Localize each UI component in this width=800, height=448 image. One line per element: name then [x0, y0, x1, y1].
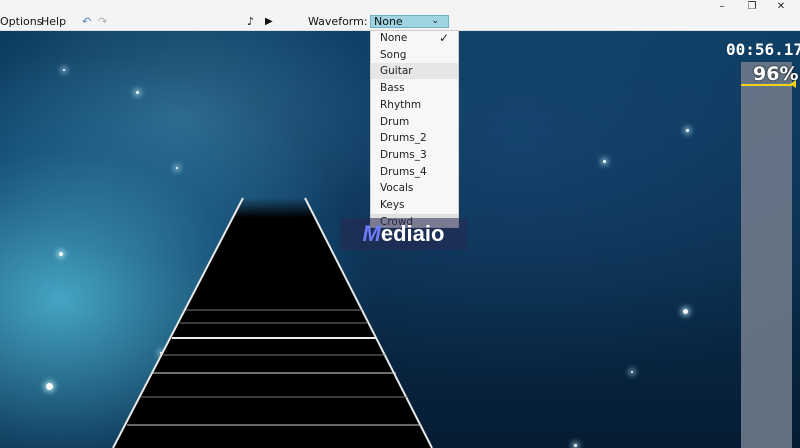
- menu-options[interactable]: Options: [0, 15, 42, 29]
- waveform-option-bass[interactable]: Bass: [371, 80, 458, 96]
- waveform-option-drums_2[interactable]: Drums_2: [371, 130, 458, 146]
- progress-marker: [741, 84, 792, 86]
- waveform-option-label: Drums_2: [380, 132, 427, 145]
- close-icon[interactable]: ✕: [767, 0, 795, 14]
- waveform-label: Waveform:: [308, 15, 368, 28]
- waveform-option-keys[interactable]: Keys: [371, 197, 458, 213]
- waveform-option-rhythm[interactable]: Rhythm: [371, 97, 458, 113]
- watermark-rest: ediaio: [380, 221, 445, 246]
- checkmark-icon: ✓: [438, 31, 449, 45]
- waveform-option-label: Vocals: [380, 182, 414, 195]
- waveform-selected-value: None: [374, 15, 403, 28]
- waveform-option-none[interactable]: None ✓: [371, 31, 458, 46]
- waveform-option-label: Guitar: [380, 65, 413, 78]
- waveform-option-vocals[interactable]: Vocals: [371, 180, 458, 196]
- menu-bar: Options Help ↶ ↷ ♪ ▶ Waveform: None ⌄: [0, 14, 800, 31]
- waveform-option-label: None: [380, 32, 408, 44]
- play-icon[interactable]: ▶: [265, 15, 273, 29]
- waveform-option-drum[interactable]: Drum: [371, 114, 458, 130]
- title-bar: – ❐ ✕: [0, 0, 800, 14]
- waveform-option-label: Bass: [380, 82, 405, 95]
- waveform-option-label: Rhythm: [380, 98, 422, 111]
- waveform-option-label: Song: [380, 48, 407, 61]
- waveform-option-label: Keys: [380, 199, 405, 211]
- waveform-option-song[interactable]: Song: [371, 47, 458, 63]
- maximize-icon[interactable]: ❐: [738, 0, 766, 14]
- undo-icon[interactable]: ↶: [82, 15, 91, 29]
- waveform-select[interactable]: None ⌄: [370, 15, 449, 28]
- watermark-logo: Mediaio: [340, 218, 467, 250]
- waveform-dropdown: None ✓ Song Guitar Bass Rhythm Drum Drums_2 Drum…: [370, 30, 459, 228]
- waveform-option-guitar[interactable]: Guitar: [371, 63, 458, 80]
- song-time: 00:56.17: [726, 40, 800, 59]
- waveform-option-drums_3[interactable]: Drums_3: [371, 147, 458, 163]
- progress-arrow-icon: [790, 80, 796, 88]
- redo-icon[interactable]: ↷: [98, 15, 107, 29]
- waveform-option-label: Drums_4: [380, 165, 427, 178]
- progress-meter: [741, 62, 792, 448]
- waveform-option-label: Drums_3: [380, 148, 427, 161]
- watermark-first: M: [362, 221, 381, 246]
- menu-help[interactable]: Help: [41, 15, 66, 29]
- waveform-option-drums_4[interactable]: Drums_4: [371, 164, 458, 180]
- chevron-down-icon: ⌄: [431, 16, 439, 26]
- minimize-icon[interactable]: –: [708, 0, 736, 14]
- note-icon[interactable]: ♪: [247, 15, 254, 29]
- waveform-option-label: Drum: [380, 115, 410, 128]
